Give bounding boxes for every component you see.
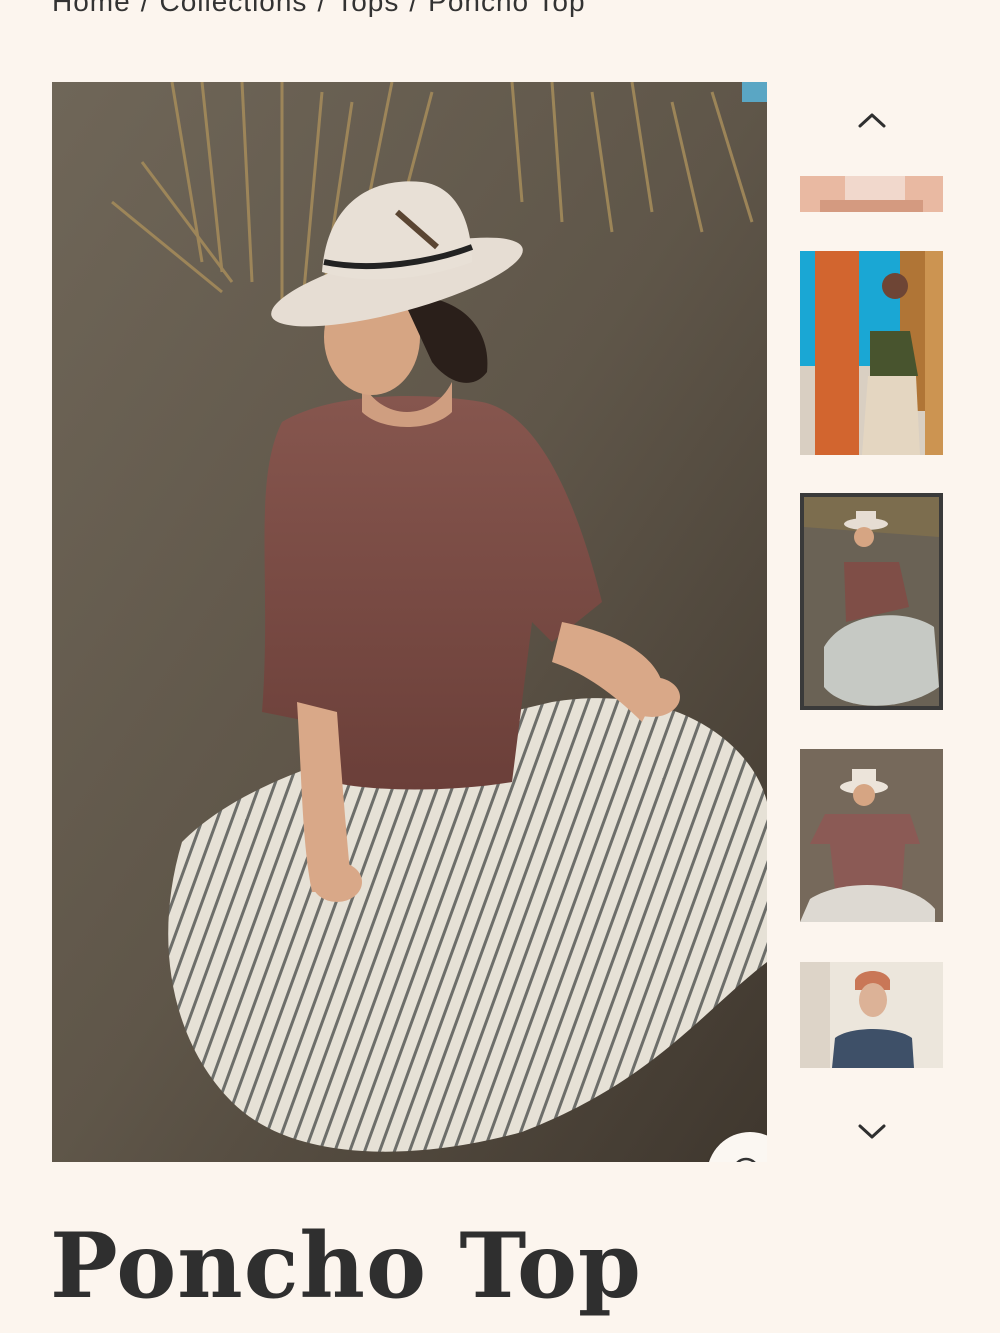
breadcrumb: Home / Collections / Tops / Poncho Top [52,0,586,18]
thumbnail-3-selected[interactable] [800,493,943,710]
breadcrumb-separator: / [317,0,327,17]
breadcrumb-tops[interactable]: Tops [336,0,399,18]
thumbnails-previous-button[interactable] [845,100,899,140]
thumbnail-1[interactable] [800,176,943,212]
breadcrumb-current: Poncho Top [428,0,586,17]
thumbnails-next-button[interactable] [845,1112,899,1152]
chevron-up-icon [858,113,886,128]
main-product-photo [52,82,767,1162]
breadcrumb-collections[interactable]: Collections [159,0,307,18]
breadcrumb-separator: / [409,0,419,17]
chevron-down-icon [858,1124,886,1139]
thumbnail-image [800,176,943,212]
thumbnail-image [800,251,943,455]
breadcrumb-separator: / [140,0,150,17]
thumbnail-2[interactable] [800,251,943,455]
breadcrumb-home[interactable]: Home [52,0,131,18]
thumbnail-image [800,962,943,1068]
thumbnail-image [804,497,939,706]
main-product-image[interactable] [52,82,767,1162]
search-icon [736,1157,756,1162]
thumbnail-4[interactable] [800,749,943,922]
product-title: Poncho Top [50,1213,642,1319]
thumbnail-5[interactable] [800,962,943,1068]
thumbnail-image [800,749,943,922]
